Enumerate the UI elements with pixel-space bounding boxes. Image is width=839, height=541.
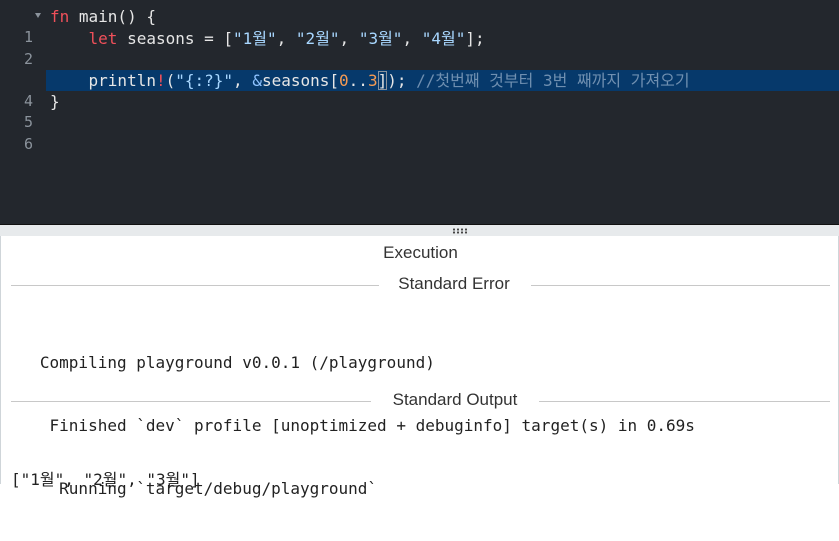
code-text: } (50, 92, 60, 111)
code-text: seasons = [ (117, 29, 234, 48)
keyword: fn (50, 7, 70, 26)
reference-operator: & (252, 71, 262, 90)
string-literal: "4월" (421, 29, 466, 48)
separator: , (402, 29, 422, 48)
comment: //첫번째 것부터 3번 째까지 가져오기 (406, 71, 690, 90)
stderr-header: Standard Error (1, 274, 839, 296)
stdout-line: ["1월", "2월", "3월"] (11, 470, 200, 489)
macro-name: println (88, 71, 156, 90)
number-literal: 0 (339, 71, 349, 90)
separator: , (276, 29, 296, 48)
code-line-4[interactable]: 4 println!("{:?}", &seasons[0..3]); //첫번… (0, 70, 839, 110)
code-line-6[interactable]: 6 (0, 113, 839, 153)
execution-title: Execution (383, 243, 458, 262)
paren: ); (387, 71, 407, 90)
stderr-line: Compiling playground v0.0.1 (/playground… (11, 353, 435, 372)
range-operator: .. (348, 71, 368, 90)
macro-bang: ! (155, 71, 166, 90)
separator: , (339, 29, 359, 48)
drag-handle-icon[interactable] (452, 228, 468, 234)
code-line-3[interactable]: 3 (0, 49, 839, 89)
code-editor[interactable]: 1 fn main() { 2 let seasons = ["1월", "2월… (0, 0, 839, 225)
stdout-title: Standard Output (392, 390, 518, 409)
divider (11, 401, 371, 402)
line-number: 6 (23, 135, 33, 153)
format-string: "{:?}" (175, 71, 234, 90)
divider (539, 401, 830, 402)
code-line-1[interactable]: 1 fn main() { (0, 6, 839, 46)
separator: , (233, 71, 253, 90)
code-line-2[interactable]: 2 let seasons = ["1월", "2월", "3월", "4월"]… (0, 28, 839, 68)
number-literal: 3 (367, 71, 378, 90)
code-text: ]; (465, 29, 485, 48)
divider (531, 285, 830, 286)
bracket: [ (329, 71, 340, 90)
pane-splitter[interactable] (0, 225, 839, 236)
divider (11, 285, 379, 286)
matched-bracket: ] (377, 71, 388, 90)
string-literal: "3월" (358, 29, 403, 48)
code-line-5[interactable]: 5 } (0, 91, 839, 131)
stderr-title: Standard Error (398, 274, 510, 293)
stdout-text: ["1월", "2월", "3월"] (11, 427, 200, 532)
stdout-header: Standard Output (1, 390, 839, 412)
fold-arrow-icon[interactable] (35, 13, 41, 18)
keyword: let (88, 29, 118, 48)
output-panel: Execution Standard Error Compiling playg… (0, 236, 839, 498)
identifier: seasons (261, 71, 330, 90)
code-text: main() { (69, 7, 156, 26)
string-literal: "2월" (295, 29, 340, 48)
string-literal: "1월" (233, 29, 277, 48)
paren: ( (165, 71, 176, 90)
